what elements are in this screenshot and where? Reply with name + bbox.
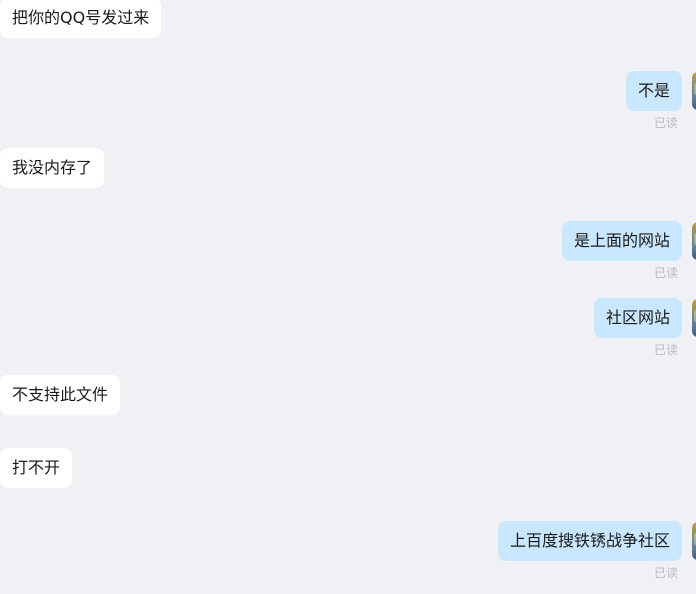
user-avatar[interactable] xyxy=(692,299,696,337)
outgoing-message-bubble[interactable]: 上百度搜铁锈战争社区 xyxy=(497,521,682,561)
read-status: 已读 xyxy=(653,566,678,580)
user-avatar[interactable] xyxy=(692,522,696,560)
outgoing-message-bubble[interactable]: 不是 xyxy=(625,71,682,111)
incoming-message-bubble[interactable]: 不支持此文件 xyxy=(0,375,121,415)
incoming-message-bubble[interactable]: 打不开 xyxy=(0,448,73,488)
incoming-message-bubble[interactable]: 把你的QQ号发过来 xyxy=(0,0,162,38)
incoming-message-bubble[interactable]: 我没内存了 xyxy=(0,148,105,188)
read-status: 已读 xyxy=(653,266,678,280)
user-avatar[interactable] xyxy=(692,222,696,260)
read-status: 已读 xyxy=(653,343,678,357)
chat-message-list[interactable]: 把你的QQ号发过来 不是 已读 我没内存了 是上面的网站 已读 社区网站 已读 … xyxy=(0,0,696,594)
outgoing-message-bubble[interactable]: 是上面的网站 xyxy=(561,221,682,261)
outgoing-message-bubble[interactable]: 社区网站 xyxy=(593,298,682,338)
user-avatar[interactable] xyxy=(692,72,696,110)
read-status: 已读 xyxy=(653,116,678,130)
